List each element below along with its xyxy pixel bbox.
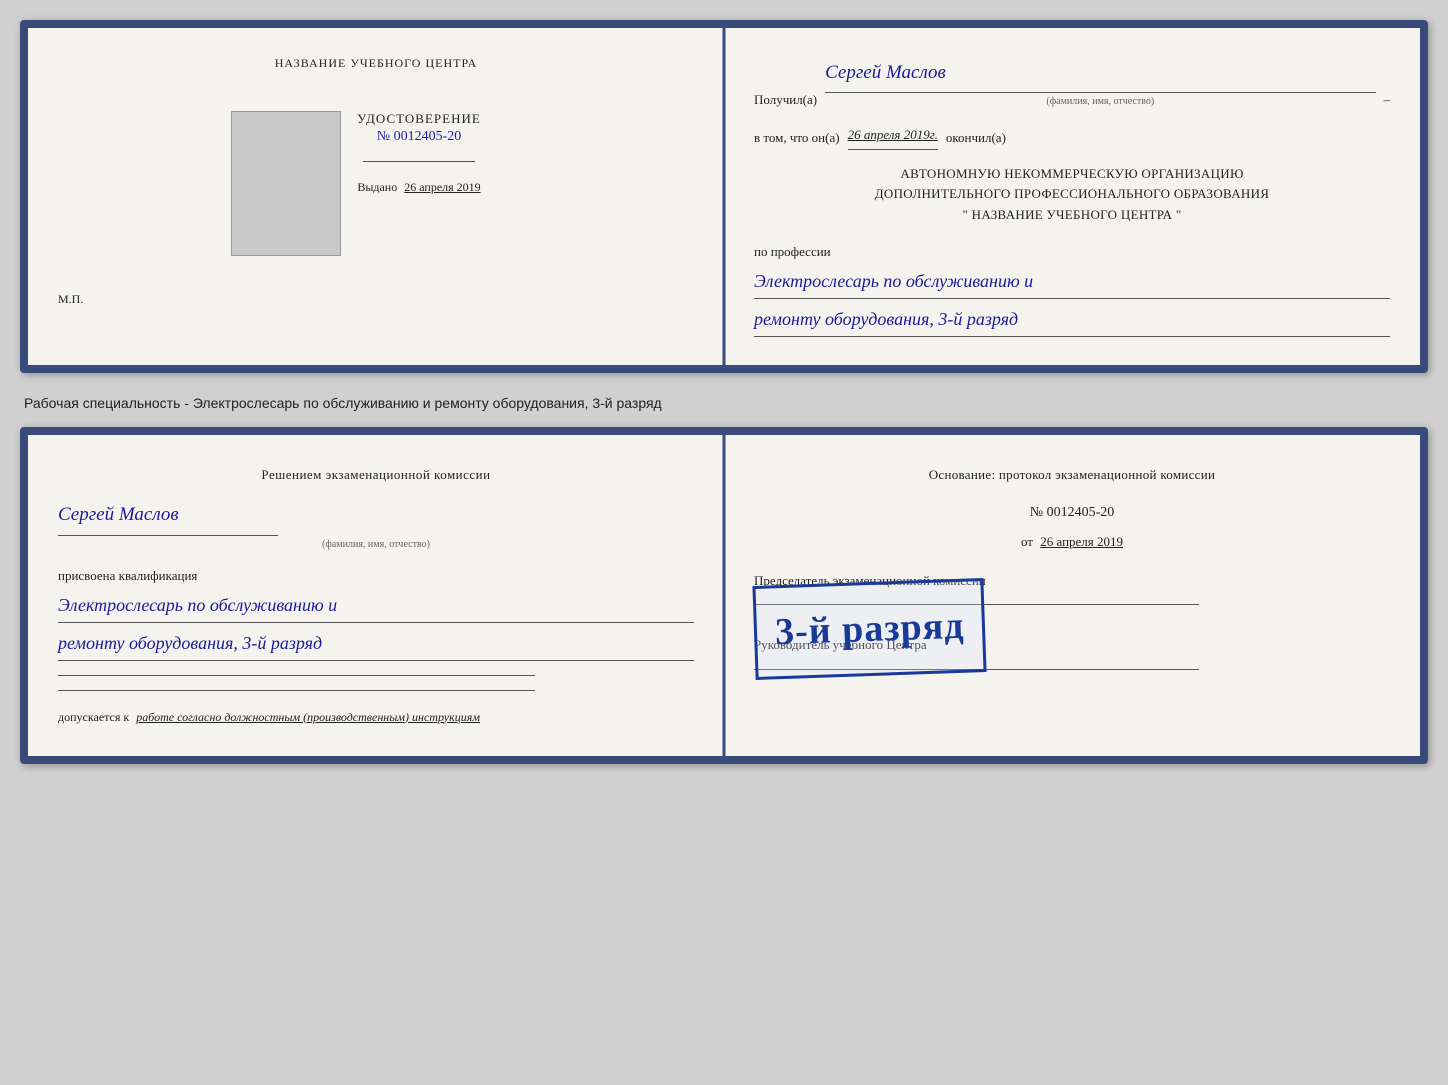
poluchil-label: Получил(а) [754, 88, 817, 111]
cert-number-top: № 0012405-20 [357, 129, 481, 145]
stamp: 3-й разряд [752, 578, 987, 680]
sig-line-1 [58, 675, 535, 676]
sig-lines-left [58, 675, 694, 691]
org-line1: АВТОНОМНУЮ НЕКОММЕРЧЕСКУЮ ОРГАНИЗАЦИЮ [754, 164, 1390, 185]
vtom-label: в том, что он(а) [754, 126, 840, 149]
qualification1: Электрослесарь по обслуживанию и [58, 591, 694, 623]
org-line2: ДОПОЛНИТЕЛЬНОГО ПРОФЕССИОНАЛЬНОГО ОБРАЗО… [754, 184, 1390, 205]
dash-top: – [1384, 88, 1391, 111]
org-name: " НАЗВАНИЕ УЧЕБНОГО ЦЕНТРА " [754, 205, 1390, 226]
left-content-area: УДОСТОВЕРЕНИЕ № 0012405-20 Выдано 26 апр… [271, 111, 481, 256]
dopuskaetsya-label: допускается к [58, 710, 129, 724]
org-block: АВТОНОМНУЮ НЕКОММЕРЧЕСКУЮ ОРГАНИЗАЦИЮ ДО… [754, 164, 1390, 226]
vydano-date: 26 апреля 2019 [404, 180, 480, 194]
udostoverenie-block: УДОСТОВЕРЕНИЕ № 0012405-20 [357, 111, 481, 145]
mp-label: М.П. [58, 292, 83, 307]
top-cert-left: НАЗВАНИЕ УЧЕБНОГО ЦЕНТРА УДОСТОВЕРЕНИЕ №… [28, 28, 724, 365]
poluchil-name-block: Сергей Маслов (фамилия, имя, отчество) [825, 56, 1375, 111]
page-wrapper: НАЗВАНИЕ УЧЕБНОГО ЦЕНТРА УДОСТОВЕРЕНИЕ №… [20, 20, 1428, 764]
person-name: Сергей Маслов [58, 498, 278, 535]
top-cert-right: Получил(а) Сергей Маслов (фамилия, имя, … [724, 28, 1420, 365]
bottom-cert-left: Решением экзаменационной комиссии Сергей… [28, 435, 724, 756]
vtom-block: в том, что он(а) 26 апреля 2019г. окончи… [754, 123, 1390, 149]
date-line-bottom: от 26 апреля 2019 [754, 530, 1390, 553]
ot-label: от [1021, 534, 1033, 549]
left-main-content: УДОСТОВЕРЕНИЕ № 0012405-20 Выдано 26 апр… [357, 111, 481, 256]
sig-line-2 [58, 690, 535, 691]
bottom-cert-right: Основание: протокол экзаменационной коми… [724, 435, 1420, 756]
fio-sub-bottom: (фамилия, имя, отчество) [58, 536, 694, 554]
bottom-certificate: Решением экзаменационной комиссии Сергей… [20, 427, 1428, 764]
dopusk-value: работе согласно должностным (производств… [136, 710, 480, 724]
school-name-top: НАЗВАНИЕ УЧЕБНОГО ЦЕНТРА [275, 56, 478, 71]
stamp-text: 3-й разряд [774, 591, 966, 666]
vtom-date: 26 апреля 2019г. [848, 123, 938, 149]
person-name-block: Сергей Маслов (фамилия, имя, отчество) [58, 498, 694, 553]
prisvoena-label: присвоена квалификация [58, 564, 694, 587]
osnovanie-label: Основание: протокол экзаменационной коми… [754, 463, 1390, 486]
top-certificate: НАЗВАНИЕ УЧЕБНОГО ЦЕНТРА УДОСТОВЕРЕНИЕ №… [20, 20, 1428, 373]
caption-text: Рабочая специальность - Электрослесарь п… [20, 389, 1428, 411]
profession-top1: Электрослесарь по обслуживанию и [754, 267, 1390, 299]
dopuskaetsya-block: допускается к работе согласно должностны… [58, 707, 694, 729]
poluchil-name: Сергей Маслов [825, 56, 1375, 93]
poluchil-block: Получил(а) Сергей Маслов (фамилия, имя, … [754, 56, 1390, 111]
udostoverenie-label: УДОСТОВЕРЕНИЕ [357, 111, 481, 127]
resheniem-label: Решением экзаменационной комиссии [58, 463, 694, 486]
okonchil-label: окончил(а) [946, 126, 1006, 149]
ot-date: 26 апреля 2019 [1040, 534, 1123, 549]
divider-mid [363, 161, 474, 162]
fio-sub-top: (фамилия, имя, отчество) [825, 93, 1375, 111]
po-professii-label: по профессии [754, 240, 1390, 263]
vydano-line: Выдано 26 апреля 2019 [357, 180, 480, 195]
profession-top2: ремонту оборудования, 3-й разряд [754, 305, 1390, 337]
num-line-bottom: № 0012405-20 [754, 500, 1390, 525]
vydano-label: Выдано [357, 180, 397, 194]
photo-placeholder [231, 111, 341, 256]
qualification2: ремонту оборудования, 3-й разряд [58, 629, 694, 661]
